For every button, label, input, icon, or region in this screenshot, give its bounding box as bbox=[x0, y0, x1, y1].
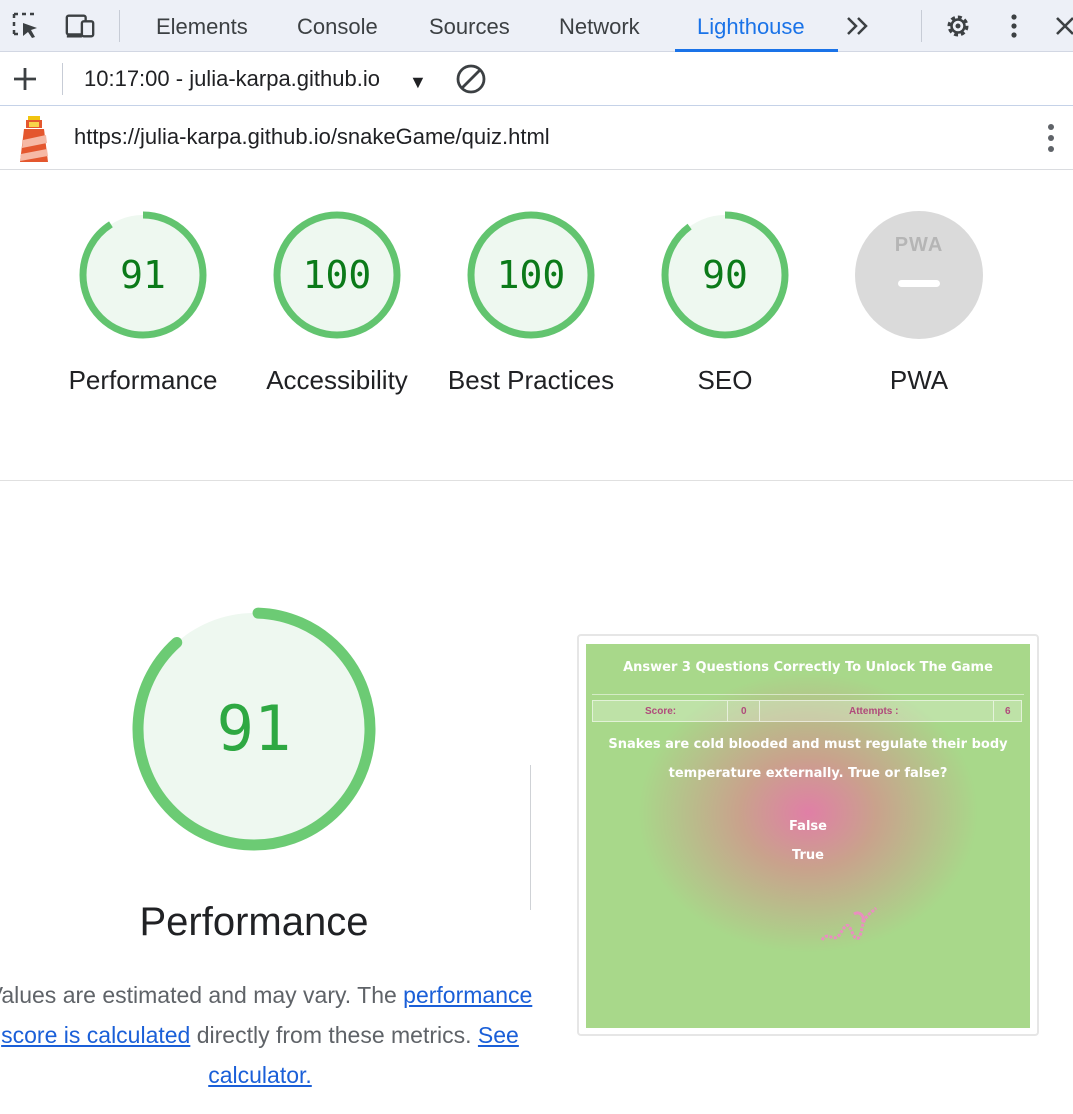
report-url[interactable]: https://julia-karpa.github.io/snakeGame/… bbox=[74, 124, 550, 150]
device-toolbar-icon[interactable] bbox=[64, 10, 96, 42]
gauge-score: 90 bbox=[702, 253, 748, 297]
gauge-label: Accessibility bbox=[266, 365, 408, 395]
cell-divider bbox=[727, 701, 728, 721]
cell-divider bbox=[993, 701, 994, 721]
seo-gauge[interactable]: 90 bbox=[660, 210, 790, 340]
toolbar-divider bbox=[119, 10, 120, 42]
tab-console[interactable]: Console bbox=[297, 0, 378, 52]
section-divider bbox=[0, 480, 1073, 481]
section-vertical-divider bbox=[530, 765, 531, 910]
answer-false: False bbox=[789, 819, 827, 834]
more-options-kebab-icon[interactable] bbox=[998, 10, 1030, 42]
report-selector[interactable]: 10:17:00 - julia-karpa.github.io bbox=[84, 66, 380, 92]
cell-divider bbox=[759, 701, 760, 721]
gauge-label: Best Practices bbox=[447, 365, 615, 395]
tab-elements[interactable]: Elements bbox=[156, 0, 248, 52]
final-screenshot[interactable]: Answer 3 Questions Correctly To Unlock T… bbox=[586, 644, 1030, 1028]
quiz-score-row: Score: 0 Attempts : 6 bbox=[592, 700, 1022, 722]
devtools-tab-bar: Elements Console Sources Network Lightho… bbox=[0, 0, 1073, 52]
accessibility-gauge[interactable]: 100 bbox=[272, 210, 402, 340]
tab-network[interactable]: Network bbox=[559, 0, 640, 52]
gauge-score: 91 bbox=[120, 253, 166, 297]
score-label: Score: bbox=[645, 706, 677, 717]
gauge-label: PWA bbox=[889, 365, 949, 395]
tab-sources[interactable]: Sources bbox=[429, 0, 510, 52]
performance-gauge[interactable]: 91 bbox=[78, 210, 208, 340]
gauge-label: SEO bbox=[697, 365, 753, 395]
url-menu-kebab-icon[interactable] bbox=[1046, 122, 1056, 159]
toolbar-divider bbox=[62, 63, 63, 95]
toolbar-divider bbox=[921, 10, 922, 42]
more-tabs-chevron-icon[interactable] bbox=[842, 10, 874, 42]
attempts-label: Attempts : bbox=[849, 706, 899, 717]
pwa-gauge[interactable]: PWA bbox=[854, 210, 984, 340]
quiz-title: Answer 3 Questions Correctly To Unlock T… bbox=[623, 660, 993, 675]
new-report-plus-icon[interactable] bbox=[9, 63, 41, 95]
pwa-badge-icon: PWA bbox=[894, 234, 944, 256]
description-text: Values are estimated and may vary. The bbox=[0, 982, 404, 1008]
gauge-score: 100 bbox=[496, 253, 566, 297]
quiz-question: Snakes are cold blooded and must regulat… bbox=[608, 737, 1008, 781]
snake-icon bbox=[818, 900, 882, 953]
answer-true: True bbox=[792, 848, 824, 863]
lighthouse-logo-icon bbox=[16, 114, 52, 164]
description-text: directly from these metrics. bbox=[190, 1022, 478, 1048]
performance-title: Performance bbox=[139, 900, 369, 944]
close-icon[interactable] bbox=[1048, 10, 1073, 42]
report-url-bar: https://julia-karpa.github.io/snakeGame/… bbox=[0, 106, 1073, 170]
lighthouse-toolbar: 10:17:00 - julia-karpa.github.io ▼ bbox=[0, 52, 1073, 106]
score-value: 0 bbox=[741, 706, 747, 717]
performance-description: Values are estimated and may vary. The p… bbox=[0, 975, 540, 1095]
gauge-score: 100 bbox=[302, 253, 372, 297]
settings-gear-icon[interactable] bbox=[942, 10, 974, 42]
inspect-element-icon[interactable] bbox=[10, 10, 42, 42]
quiz-divider bbox=[592, 694, 1024, 695]
best-practices-gauge[interactable]: 100 bbox=[466, 210, 596, 340]
performance-score: 91 bbox=[216, 692, 292, 765]
clear-block-icon[interactable] bbox=[455, 63, 487, 95]
tab-lighthouse[interactable]: Lighthouse bbox=[697, 0, 805, 52]
gauge-label: Performance bbox=[68, 365, 218, 395]
chevron-down-icon[interactable]: ▼ bbox=[409, 72, 427, 93]
attempts-value: 6 bbox=[1005, 706, 1011, 717]
